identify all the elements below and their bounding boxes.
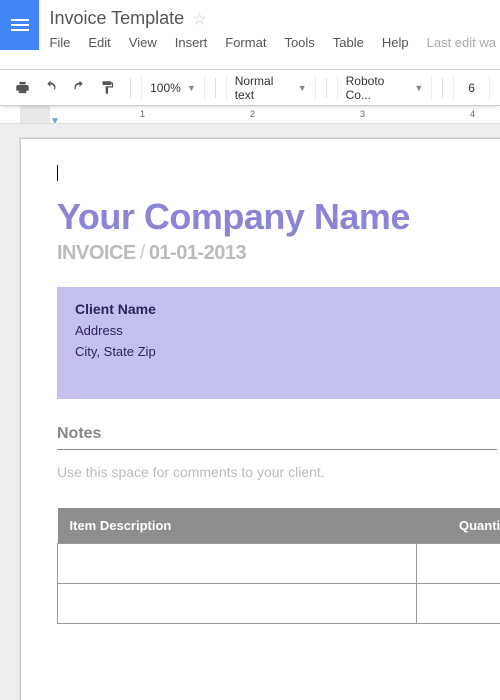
star-icon[interactable]: ☆ bbox=[192, 9, 206, 29]
menu-help[interactable]: Help bbox=[382, 35, 409, 50]
style-value: Normal text bbox=[235, 74, 292, 102]
zoom-value: 100% bbox=[150, 81, 181, 95]
ruler-mark: 1 bbox=[140, 109, 145, 119]
menu-bar: File Edit View Insert Format Tools Table… bbox=[49, 35, 500, 50]
company-name[interactable]: Your Company Name bbox=[57, 196, 500, 238]
last-edit-text: Last edit wa bbox=[427, 35, 500, 50]
ruler[interactable]: ▼ 1 2 3 4 bbox=[0, 106, 500, 124]
invoice-date: 01-01-2013 bbox=[149, 242, 246, 264]
client-city-state-zip: City, State Zip bbox=[75, 344, 499, 359]
menu-tools[interactable]: Tools bbox=[284, 35, 314, 50]
notes-placeholder[interactable]: Use this space for comments to your clie… bbox=[57, 464, 500, 480]
menu-insert[interactable]: Insert bbox=[175, 35, 208, 50]
table-header-description: Item Description bbox=[58, 508, 417, 544]
redo-icon[interactable] bbox=[67, 75, 92, 101]
client-address: Address bbox=[75, 323, 499, 338]
chevron-down-icon: ▼ bbox=[414, 83, 423, 93]
app-logo[interactable] bbox=[0, 0, 39, 50]
document-title[interactable]: Invoice Template bbox=[49, 8, 184, 29]
chevron-down-icon: ▼ bbox=[298, 83, 307, 93]
table-header-quantity: Quantit bbox=[417, 508, 500, 544]
invoice-line[interactable]: INVOICE/01-01-2013 bbox=[57, 242, 500, 265]
app-header: Invoice Template ☆ File Edit View Insert… bbox=[0, 0, 500, 70]
ruler-mark: 2 bbox=[250, 109, 255, 119]
paint-format-icon[interactable] bbox=[96, 75, 121, 101]
menu-format[interactable]: Format bbox=[225, 35, 266, 50]
font-value: Roboto Co... bbox=[346, 74, 409, 102]
menu-file[interactable]: File bbox=[49, 35, 70, 50]
ruler-mark: 4 bbox=[470, 109, 475, 119]
font-size-value: 6 bbox=[468, 81, 475, 95]
table-row[interactable] bbox=[58, 544, 500, 584]
menu-table[interactable]: Table bbox=[333, 35, 364, 50]
notes-heading[interactable]: Notes bbox=[57, 425, 500, 443]
chevron-down-icon: ▼ bbox=[187, 83, 196, 93]
items-table[interactable]: Item Description Quantit bbox=[57, 508, 500, 624]
client-box[interactable]: Client Name Address City, State Zip bbox=[57, 287, 500, 399]
text-cursor bbox=[57, 165, 58, 181]
font-size-select[interactable]: 6 bbox=[453, 75, 490, 101]
menu-icon bbox=[11, 19, 29, 31]
ruler-mark: 3 bbox=[360, 109, 365, 119]
toolbar: 100% ▼ Normal text ▼ Roboto Co... ▼ 6 bbox=[0, 70, 500, 106]
print-icon[interactable] bbox=[10, 75, 35, 101]
notes-divider bbox=[57, 449, 497, 450]
document-canvas[interactable]: Your Company Name INVOICE/01-01-2013 Cli… bbox=[0, 124, 500, 700]
menu-view[interactable]: View bbox=[129, 35, 157, 50]
table-row[interactable] bbox=[58, 584, 500, 624]
indent-marker-icon[interactable]: ▼ bbox=[50, 116, 60, 124]
style-select[interactable]: Normal text ▼ bbox=[226, 75, 316, 101]
font-select[interactable]: Roboto Co... ▼ bbox=[337, 75, 433, 101]
menu-edit[interactable]: Edit bbox=[88, 35, 110, 50]
client-name: Client Name bbox=[75, 301, 499, 317]
zoom-select[interactable]: 100% ▼ bbox=[141, 75, 205, 101]
invoice-label: INVOICE bbox=[57, 242, 136, 264]
page[interactable]: Your Company Name INVOICE/01-01-2013 Cli… bbox=[20, 138, 500, 700]
undo-icon[interactable] bbox=[39, 75, 64, 101]
